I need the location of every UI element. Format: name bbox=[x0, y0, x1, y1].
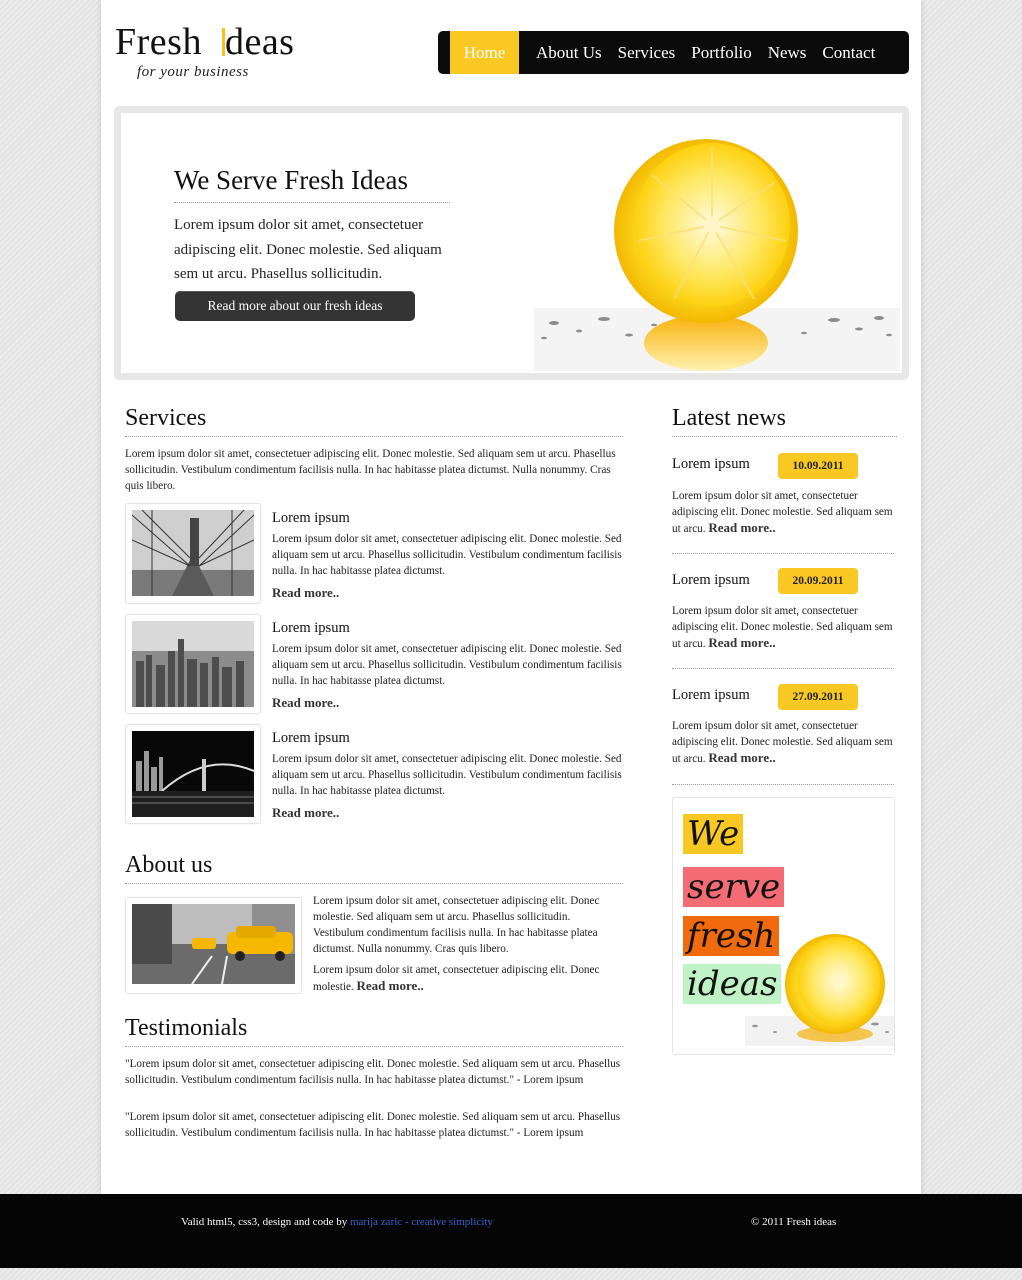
hero-title: We Serve Fresh Ideas bbox=[174, 165, 450, 203]
news-3-text: Lorem ipsum dolor sit amet, consectetuer… bbox=[672, 718, 894, 767]
footer: Valid html5, css3, design and code by ma… bbox=[0, 1194, 1022, 1268]
logo-word-fresh: Fresh bbox=[115, 21, 212, 63]
service-1-title: Lorem ipsum bbox=[272, 510, 350, 526]
logo-tagline: for your business bbox=[137, 64, 249, 80]
service-1-read-more[interactable]: Read more.. bbox=[272, 585, 339, 601]
news-1-read-more[interactable]: Read more.. bbox=[708, 520, 775, 535]
news-3-body: Lorem ipsum dolor sit amet, consectetuer… bbox=[672, 720, 893, 765]
taxi-street-photo bbox=[132, 904, 295, 985]
news-1-date-badge: 10.09.2011 bbox=[778, 453, 858, 479]
news-3-title: Lorem ipsum bbox=[672, 687, 750, 703]
service-2-title: Lorem ipsum bbox=[272, 620, 350, 636]
promo-word-we: We bbox=[683, 814, 744, 854]
promo-lemon-image bbox=[745, 934, 894, 1046]
service-2-read-more[interactable]: Read more.. bbox=[272, 695, 339, 711]
hero-lemon-image bbox=[534, 113, 900, 371]
service-2-thumbnail[interactable] bbox=[125, 614, 261, 714]
news-1-title: Lorem ipsum bbox=[672, 456, 750, 472]
news-divider-2 bbox=[672, 668, 894, 669]
service-3-read-more[interactable]: Read more.. bbox=[272, 805, 339, 821]
about-read-more[interactable]: Read more.. bbox=[357, 978, 424, 993]
news-divider-1 bbox=[672, 553, 894, 554]
nav-portfolio[interactable]: Portfolio bbox=[683, 31, 759, 74]
about-text-1: Lorem ipsum dolor sit amet, consectetuer… bbox=[313, 895, 600, 955]
nav-contact[interactable]: Contact bbox=[814, 31, 883, 74]
news-3-date-badge: 27.09.2011 bbox=[778, 684, 858, 710]
hero-read-more-button[interactable]: Read more about our fresh ideas bbox=[175, 291, 415, 321]
footer-copyright: © 2011 Fresh ideas bbox=[751, 1216, 837, 1228]
about-text-2: Lorem ipsum dolor sit amet, consectetuer… bbox=[313, 962, 623, 995]
testimonials-heading: Testimonials bbox=[125, 1015, 623, 1047]
service-1-thumbnail[interactable] bbox=[125, 503, 261, 604]
logo[interactable]: Fresh deas for your business bbox=[115, 22, 294, 81]
bridge-photo bbox=[131, 509, 255, 596]
footer-credits-text: Valid html5, css3, design and code by bbox=[181, 1216, 350, 1228]
testimonial-2: "Lorem ipsum dolor sit amet, consectetue… bbox=[125, 1111, 621, 1139]
logo-wordmark: Fresh deas bbox=[115, 22, 294, 62]
services-heading: Services bbox=[125, 405, 623, 437]
about-heading: About us bbox=[125, 852, 623, 884]
about-thumbnail[interactable] bbox=[125, 897, 302, 994]
news-3-read-more[interactable]: Read more.. bbox=[708, 750, 775, 765]
nav-about-us[interactable]: About Us bbox=[528, 31, 610, 74]
news-1-body: Lorem ipsum dolor sit amet, consectetuer… bbox=[672, 490, 893, 535]
nav-home[interactable]: Home bbox=[450, 31, 519, 74]
nav-news[interactable]: News bbox=[760, 31, 815, 74]
hero-banner: We Serve Fresh Ideas Lorem ipsum dolor s… bbox=[114, 106, 909, 380]
news-2-body: Lorem ipsum dolor sit amet, consectetuer… bbox=[672, 605, 893, 650]
news-divider-3 bbox=[672, 784, 894, 785]
main-nav: Home About Us Services Portfolio News Co… bbox=[438, 31, 909, 74]
news-2-text: Lorem ipsum dolor sit amet, consectetuer… bbox=[672, 603, 894, 652]
service-3-thumbnail[interactable] bbox=[125, 724, 261, 824]
news-1-text: Lorem ipsum dolor sit amet, consectetuer… bbox=[672, 488, 894, 537]
hero-text: Lorem ipsum dolor sit amet, consectetuer… bbox=[174, 217, 442, 282]
services-intro: Lorem ipsum dolor sit amet, consectetuer… bbox=[125, 448, 616, 492]
hero-inner: We Serve Fresh Ideas Lorem ipsum dolor s… bbox=[121, 113, 902, 373]
service-2-text: Lorem ipsum dolor sit amet, consectetuer… bbox=[272, 643, 622, 687]
city-skyline-photo bbox=[132, 621, 254, 707]
footer-credits: Valid html5, css3, design and code by ma… bbox=[181, 1216, 493, 1228]
news-2-read-more[interactable]: Read more.. bbox=[708, 635, 775, 650]
promo-banner[interactable]: We serve fresh ideas bbox=[672, 797, 895, 1055]
service-3-text: Lorem ipsum dolor sit amet, consectetuer… bbox=[272, 753, 622, 797]
nav-services[interactable]: Services bbox=[610, 31, 684, 74]
logo-word-ideas: deas bbox=[224, 21, 295, 63]
news-2-title: Lorem ipsum bbox=[672, 572, 750, 588]
night-bridge-photo bbox=[132, 731, 255, 817]
footer-credits-link[interactable]: marija zaric - creative simplicity bbox=[350, 1216, 493, 1228]
promo-word-serve: serve bbox=[683, 867, 785, 907]
news-2-date-badge: 20.09.2011 bbox=[778, 568, 858, 594]
testimonial-1: "Lorem ipsum dolor sit amet, consectetue… bbox=[125, 1058, 621, 1086]
service-1-text: Lorem ipsum dolor sit amet, consectetuer… bbox=[272, 533, 622, 577]
page-container: Fresh deas for your business Home About … bbox=[101, 0, 921, 1194]
news-heading: Latest news bbox=[672, 405, 897, 437]
service-3-title: Lorem ipsum bbox=[272, 730, 350, 746]
